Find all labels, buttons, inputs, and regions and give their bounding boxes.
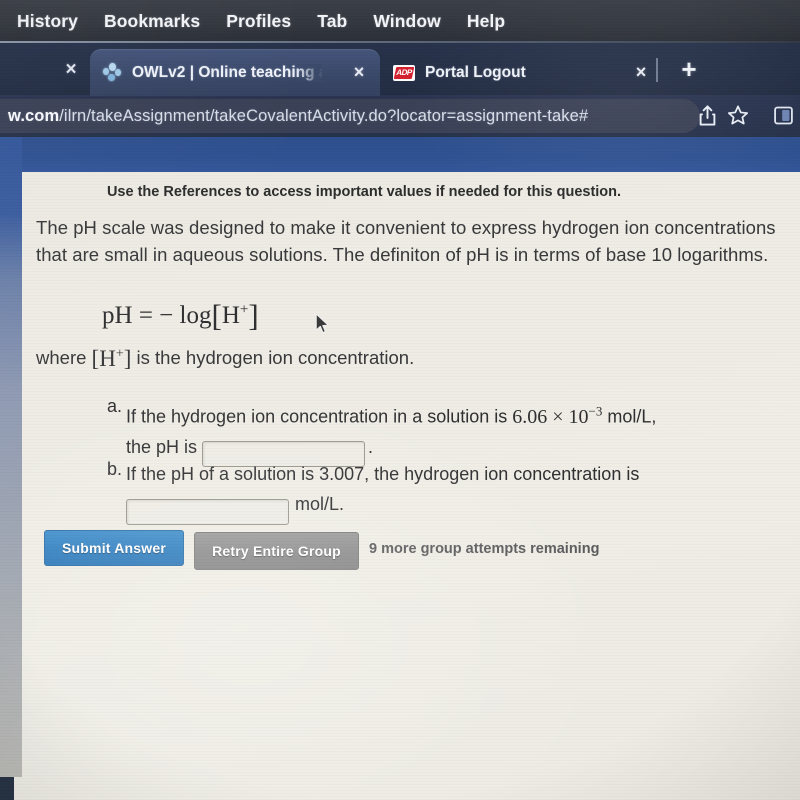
address-bar[interactable]: w.com/ilrn/takeAssignment/takeCovalentAc… <box>0 99 700 133</box>
url-path: /ilrn/takeAssignment/takeCovalentActivit… <box>59 106 589 125</box>
retry-entire-group-button[interactable]: Retry Entire Group <box>194 532 359 570</box>
attempts-remaining-text: 9 more group attempts remaining <box>369 541 600 557</box>
ph-formula: pH = − log[H+] <box>102 298 259 334</box>
menu-item-help[interactable]: Help <box>454 11 518 32</box>
question-b-text-before: If the pH of a solution is 3.007, the hy… <box>126 464 640 484</box>
formula-lhs: pH <box>102 302 133 329</box>
question-a-units: mol/L, <box>607 406 657 427</box>
question-b: b. If the pH of a solution is 3.007, the… <box>107 459 787 525</box>
owl-droplets-icon <box>103 63 122 82</box>
assignment-page: Use the References to access important v… <box>14 170 800 800</box>
menu-item-history[interactable]: History <box>4 11 91 32</box>
menu-item-bookmarks[interactable]: Bookmarks <box>91 11 213 32</box>
star-icon[interactable] <box>724 100 752 130</box>
formula-bracket-close: ] <box>248 298 259 333</box>
sidebar-toggle-icon[interactable] <box>770 101 796 129</box>
new-tab-button[interactable]: + <box>676 54 702 84</box>
macos-menu-bar: History Bookmarks Profiles Tab Window He… <box>0 0 800 43</box>
menu-item-window[interactable]: Window <box>360 11 454 32</box>
where-suffix: is the hydrogen ion concentration. <box>136 347 415 368</box>
answer-input-b[interactable] <box>126 498 289 525</box>
references-note: Use the References to access important v… <box>106 184 622 200</box>
page-chrome-blue-band <box>0 137 800 172</box>
question-a-text-after: the pH is <box>126 436 198 457</box>
browser-tab-owlv2[interactable]: OWLv2 | Online teaching and le × <box>90 49 380 96</box>
tab-strip-divider <box>656 58 658 82</box>
question-b-label: b. <box>107 459 123 479</box>
adp-logo-icon: ADP <box>393 64 415 81</box>
question-a-value: 6.06 × 10−3 <box>512 403 603 428</box>
where-definition-line: where [H+] is the hydrogen ion concentra… <box>36 346 414 372</box>
intro-paragraph: The pH scale was designed to make it con… <box>36 217 776 265</box>
submit-answer-button[interactable]: Submit Answer <box>44 530 184 566</box>
menu-item-tab[interactable]: Tab <box>304 11 360 32</box>
question-a-body: If the hydrogen ion concentration in a s… <box>126 396 787 468</box>
question-b-units: mol/L. <box>295 494 345 514</box>
url-text: w.com/ilrn/takeAssignment/takeCovalentAc… <box>8 107 588 126</box>
formula-species: H <box>221 302 240 329</box>
screen-photo: History Bookmarks Profiles Tab Window He… <box>0 0 800 800</box>
close-icon-tab-portal-logout[interactable]: × <box>630 61 652 83</box>
formula-minus: − <box>159 302 174 329</box>
browser-tab-portal-logout[interactable]: ADP Portal Logout × <box>380 49 660 96</box>
question-a-period: . <box>368 436 374 457</box>
adp-logo-text: ADP <box>393 66 415 79</box>
question-a-label: a. <box>107 396 123 416</box>
question-a-text-before: If the hydrogen ion concentration in a s… <box>126 406 508 427</box>
question-a: a. If the hydrogen ion concentration in … <box>107 396 787 468</box>
formula-equals: = <box>138 302 153 329</box>
partial-tab-close-icon[interactable]: × <box>59 58 83 82</box>
share-icon[interactable] <box>694 100 720 130</box>
tab-title-owlv2: OWLv2 | Online teaching and le <box>132 63 322 82</box>
url-domain: w.com <box>8 106 60 125</box>
question-b-body: If the pH of a solution is 3.007, the hy… <box>126 459 787 525</box>
menu-item-profiles[interactable]: Profiles <box>213 11 304 32</box>
tab-title-portal-logout: Portal Logout <box>425 63 526 81</box>
formula-log: log <box>179 302 212 329</box>
close-icon-tab-owlv2[interactable]: × <box>348 61 370 83</box>
where-prefix: where <box>36 347 87 368</box>
formula-bracket-open: [ <box>211 298 222 333</box>
page-left-edge-gradient <box>0 137 22 777</box>
where-concentration-symbol: [H+] <box>91 346 132 371</box>
